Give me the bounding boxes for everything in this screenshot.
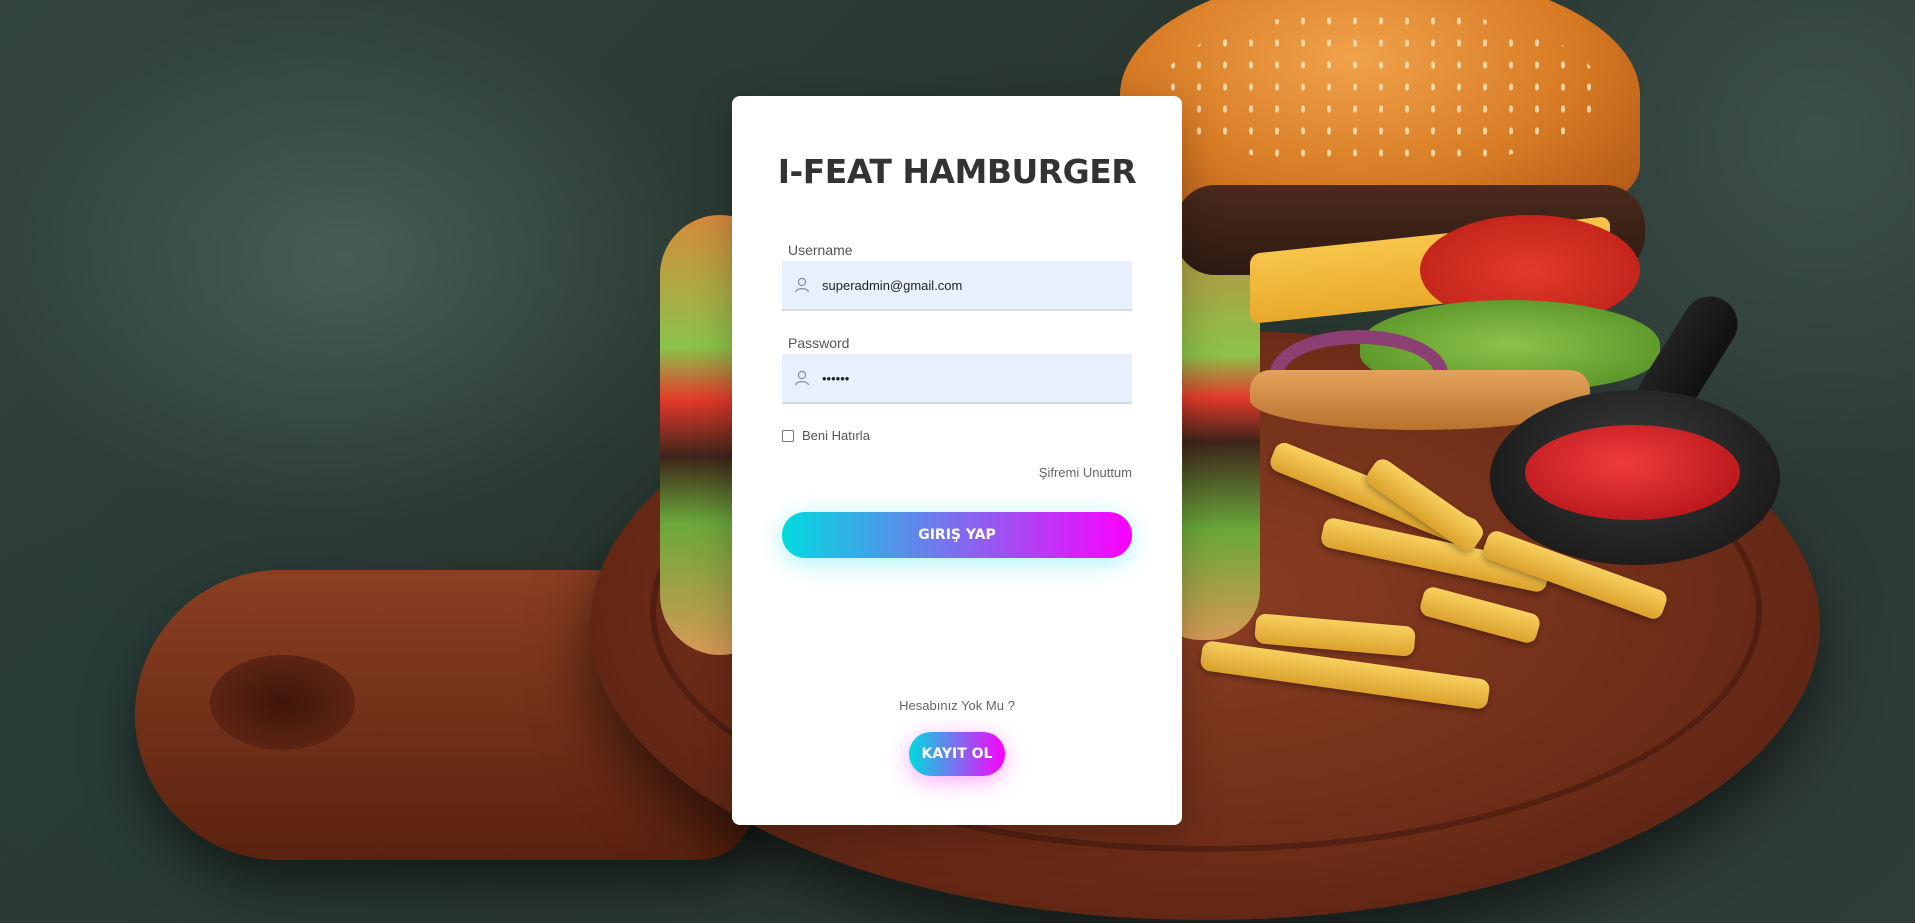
- username-label: Username: [788, 242, 853, 258]
- login-button[interactable]: GIRIŞ YAP: [782, 512, 1132, 558]
- remember-me[interactable]: Beni Hatırla: [782, 428, 870, 443]
- password-input[interactable]: [820, 354, 1124, 402]
- username-field[interactable]: [782, 261, 1132, 311]
- ketchup: [1525, 425, 1740, 520]
- user-icon: [792, 275, 812, 295]
- username-input[interactable]: [820, 261, 1124, 309]
- remember-checkbox[interactable]: [782, 429, 794, 442]
- app-title: I-FEAT HAMBURGER: [777, 152, 1137, 191]
- register-button[interactable]: KAYIT OL: [909, 732, 1005, 776]
- login-card: I-FEAT HAMBURGER Username Password Beni …: [732, 96, 1182, 825]
- sesame-seeds: [1160, 10, 1600, 170]
- board-handle-hole: [210, 655, 355, 750]
- no-account-text: Hesabınız Yok Mu ?: [899, 698, 1015, 713]
- forgot-password-link[interactable]: Şifremi Unuttum: [1039, 465, 1132, 480]
- password-field[interactable]: [782, 354, 1132, 404]
- remember-label: Beni Hatırla: [802, 428, 870, 443]
- password-label: Password: [788, 335, 850, 351]
- user-icon: [792, 368, 812, 388]
